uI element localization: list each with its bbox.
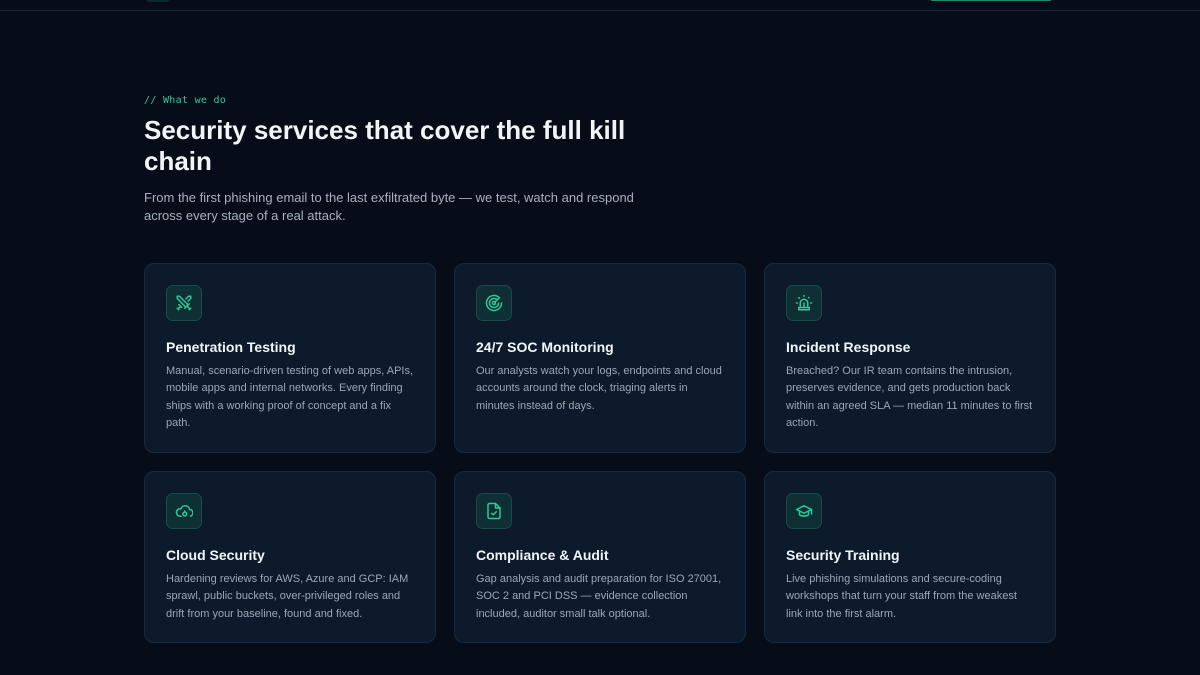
file-check-icon bbox=[476, 493, 512, 529]
service-title: Compliance & Audit bbox=[476, 547, 609, 563]
service-description: Breached? Our IR team contains the intru… bbox=[786, 365, 1033, 429]
services-grid: Penetration Testing Manual, scenario-dri… bbox=[144, 263, 1056, 643]
service-title: Penetration Testing bbox=[166, 339, 296, 355]
service-title: Incident Response bbox=[786, 339, 911, 355]
section-title: Security services that cover the full ki… bbox=[144, 115, 626, 176]
cloud-lock-icon bbox=[166, 493, 202, 529]
service-description: Hardening reviews for AWS, Azure and GCP… bbox=[166, 573, 409, 620]
service-card-soc-monitoring[interactable]: 24/7 SOC Monitoring Our analysts watch y… bbox=[454, 263, 746, 453]
services-section: // What we do Security services that cov… bbox=[144, 95, 1056, 643]
service-card-cloud-security[interactable]: Cloud Security Hardening reviews for AWS… bbox=[144, 471, 436, 643]
service-description: Manual, scenario-driven testing of web a… bbox=[166, 365, 414, 429]
service-card-incident-response[interactable]: Incident Response Breached? Our IR team … bbox=[764, 263, 1056, 453]
service-card-compliance-audit[interactable]: Compliance & Audit Gap analysis and audi… bbox=[454, 471, 746, 643]
service-description: Our analysts watch your logs, endpoints … bbox=[476, 365, 722, 412]
service-title: Security Training bbox=[786, 547, 900, 563]
service-title: Cloud Security bbox=[166, 547, 265, 563]
crossed-swords-icon bbox=[166, 285, 202, 321]
radar-icon bbox=[476, 285, 512, 321]
service-card-penetration-testing[interactable]: Penetration Testing Manual, scenario-dri… bbox=[144, 263, 436, 453]
section-lead: From the first phishing email to the las… bbox=[144, 190, 634, 223]
graduation-cap-icon bbox=[786, 493, 822, 529]
service-description: Live phishing simulations and secure-cod… bbox=[786, 573, 1017, 620]
section-eyebrow: // What we do bbox=[144, 95, 227, 106]
logo[interactable] bbox=[146, 0, 170, 2]
top-nav-bar bbox=[0, 0, 1200, 11]
service-card-security-training[interactable]: Security Training Live phishing simulati… bbox=[764, 471, 1056, 643]
service-title: 24/7 SOC Monitoring bbox=[476, 339, 614, 355]
service-description: Gap analysis and audit preparation for I… bbox=[476, 573, 722, 620]
nav-cta-button[interactable] bbox=[930, 0, 1052, 1]
siren-icon bbox=[786, 285, 822, 321]
